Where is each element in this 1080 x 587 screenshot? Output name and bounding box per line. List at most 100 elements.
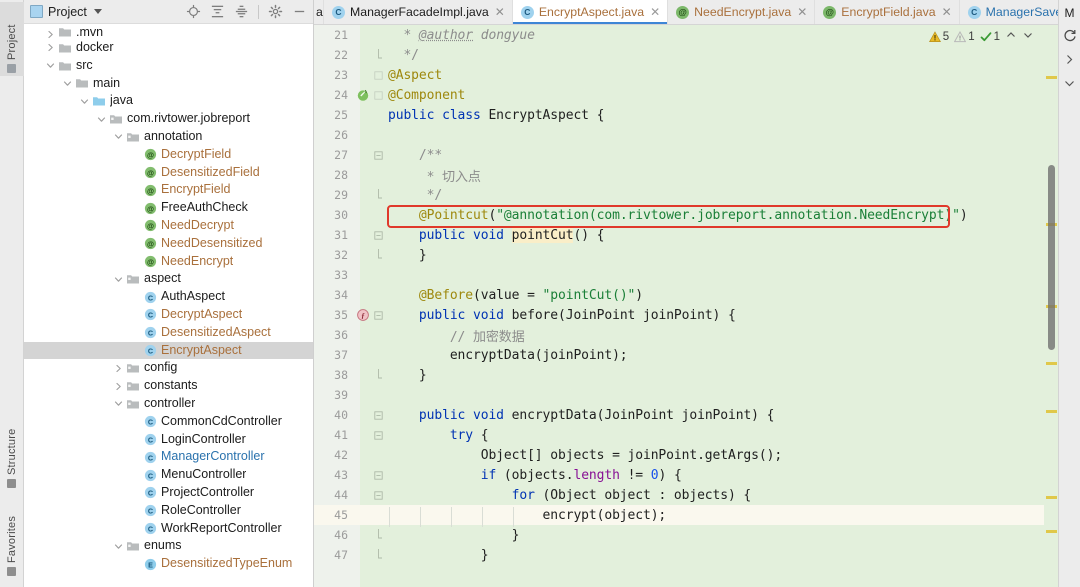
code-line-text[interactable]: encryptData(joinPoint); <box>384 348 628 363</box>
line-number[interactable]: 33 <box>314 268 354 282</box>
line-number[interactable]: 25 <box>314 108 354 122</box>
code-line[interactable]: 34 @Before(value = "pointCut()") <box>314 285 1058 305</box>
line-number[interactable]: 24 <box>314 88 354 102</box>
line-number[interactable]: 30 <box>314 208 354 222</box>
expand-all-icon[interactable] <box>210 4 225 19</box>
code-line-text[interactable]: try { <box>384 428 489 443</box>
tree-node-src[interactable]: src <box>24 57 313 75</box>
code-line[interactable]: 44 for (Object object : objects) { <box>314 485 1058 505</box>
close-icon[interactable]: ✕ <box>495 5 505 19</box>
code-line[interactable]: 47 } <box>314 545 1058 565</box>
editor-tab-needencrypt[interactable]: @ NeedEncrypt.java ✕ <box>668 0 816 24</box>
fold-start-marker[interactable] <box>372 150 384 160</box>
fold-end-marker[interactable] <box>372 529 384 541</box>
tree-node-logincontroller[interactable]: C LoginController <box>24 431 313 449</box>
tool-window-tab-structure[interactable]: Structure <box>0 415 24 491</box>
code-line[interactable]: 23 @Aspect <box>314 65 1058 85</box>
code-line-text[interactable]: /** <box>384 148 442 163</box>
code-line[interactable]: 45 encrypt(object); <box>314 505 1058 525</box>
fold-start-marker[interactable] <box>372 410 384 420</box>
tree-node-menucontroller[interactable]: C MenuController <box>24 466 313 484</box>
code-line[interactable]: 33 <box>314 265 1058 285</box>
tree-node-desensitizedaspect[interactable]: C DesensitizedAspect <box>24 324 313 342</box>
code-line[interactable]: 39 <box>314 385 1058 405</box>
line-number[interactable]: 47 <box>314 548 354 562</box>
fold-start-marker[interactable] <box>372 430 384 440</box>
line-number[interactable]: 31 <box>314 228 354 242</box>
editor-tab-managersavereq[interactable]: CManagerSaveReq.java✕ <box>959 0 1058 24</box>
line-number[interactable]: 29 <box>314 188 354 202</box>
fold-end-marker[interactable] <box>372 549 384 561</box>
collapse-all-icon[interactable] <box>234 4 249 19</box>
tree-node-encryptfield[interactable]: @ EncryptField <box>24 181 313 199</box>
tree-node-java[interactable]: java <box>24 92 313 110</box>
tree-node-docker[interactable]: docker <box>24 39 313 57</box>
code-line[interactable]: 46 } <box>314 525 1058 545</box>
line-number[interactable]: 45 <box>314 508 354 522</box>
chevron-right-icon[interactable] <box>112 382 125 391</box>
close-icon[interactable]: ✕ <box>942 5 952 19</box>
chevron-right-icon[interactable] <box>44 43 57 52</box>
line-number[interactable]: 22 <box>314 48 354 62</box>
code-content[interactable]: 21 * @author dongyue 22 */ 23 @Aspect 24 @Com… <box>314 25 1058 587</box>
fold-end-marker[interactable] <box>372 249 384 261</box>
tree-node-managercontroller[interactable]: C ManagerController <box>24 448 313 466</box>
code-line-text[interactable]: // 加密数据 <box>384 326 525 345</box>
fold-start-marker[interactable] <box>372 230 384 240</box>
tree-node-commoncdcontroller[interactable]: C CommonCdController <box>24 413 313 431</box>
code-line[interactable]: 29 */ <box>314 185 1058 205</box>
code-line-text[interactable]: public void before(JoinPoint joinPoint) … <box>384 308 736 323</box>
code-line[interactable]: 28 * 切入点 <box>314 165 1058 185</box>
code-line-text[interactable]: * @author dongyue <box>384 28 534 43</box>
tree-node-enums[interactable]: enums <box>24 537 313 555</box>
chevron-right-icon[interactable] <box>112 364 125 373</box>
code-line-text[interactable]: @Pointcut("@annotation(com.rivtower.jobr… <box>384 208 968 223</box>
locate-icon[interactable] <box>186 4 201 19</box>
tree-node-aspect[interactable]: aspect <box>24 270 313 288</box>
code-line[interactable]: 22 */ <box>314 45 1058 65</box>
spring-bean-icon[interactable] <box>354 88 372 102</box>
line-number[interactable]: 34 <box>314 288 354 302</box>
code-line[interactable]: 32 } <box>314 245 1058 265</box>
chevron-down-icon[interactable] <box>112 275 125 284</box>
code-line[interactable]: 35 ƒ public void before(JoinPoint joinPoi… <box>314 305 1058 325</box>
chevron-down-icon[interactable] <box>112 132 125 141</box>
tree-node-needdesensitized[interactable]: @ NeedDesensitized <box>24 235 313 253</box>
warning-count-group[interactable]: 5 <box>928 31 949 43</box>
chevron-right-icon[interactable] <box>44 30 57 39</box>
tree-node-projectcontroller[interactable]: C ProjectController <box>24 484 313 502</box>
line-number[interactable]: 41 <box>314 428 354 442</box>
code-line[interactable]: 43 if (objects.length != 0) { <box>314 465 1058 485</box>
fold-end-marker[interactable] <box>372 189 384 201</box>
chevron-up-icon[interactable] <box>1005 29 1017 44</box>
fold-tick-marker[interactable] <box>372 90 384 100</box>
code-line-text[interactable]: public void encryptData(JoinPoint joinPo… <box>384 408 775 423</box>
weak-warning-count-group[interactable]: 1 <box>954 30 975 43</box>
tree-node-rolecontroller[interactable]: C RoleController <box>24 502 313 520</box>
editor-tab-encryptfield[interactable]: @ EncryptField.java ✕ <box>815 0 960 24</box>
aop-advice-icon[interactable]: ƒ <box>354 308 372 322</box>
fold-start-marker[interactable] <box>372 470 384 480</box>
code-line[interactable]: 25 public class EncryptAspect { <box>314 105 1058 125</box>
code-line[interactable]: 31 public void pointCut() { <box>314 225 1058 245</box>
code-line-text[interactable]: for (Object object : objects) { <box>384 488 752 503</box>
line-number[interactable]: 26 <box>314 128 354 142</box>
fold-end-marker[interactable] <box>372 369 384 381</box>
stripe-marker[interactable] <box>1046 530 1057 533</box>
tree-node-workreportcontroller[interactable]: C WorkReportController <box>24 520 313 538</box>
line-number[interactable]: 35 <box>314 308 354 322</box>
line-number[interactable]: 40 <box>314 408 354 422</box>
tree-node--mvn[interactable]: .mvn <box>24 25 313 39</box>
tree-node-needencrypt[interactable]: @ NeedEncrypt <box>24 253 313 271</box>
line-number[interactable]: 43 <box>314 468 354 482</box>
close-icon[interactable]: ✕ <box>797 5 807 19</box>
inspections-widget[interactable]: 5 1 1 <box>928 29 1034 44</box>
refresh-icon[interactable] <box>1063 28 1077 45</box>
code-line[interactable]: 27 /** <box>314 145 1058 165</box>
code-line-text[interactable]: } <box>384 528 520 543</box>
tree-node-decryptaspect[interactable]: C DecryptAspect <box>24 306 313 324</box>
fold-tick-marker[interactable] <box>372 70 384 80</box>
minimize-icon[interactable] <box>292 4 307 19</box>
chevron-down-icon[interactable] <box>93 9 102 14</box>
code-line-text[interactable]: */ <box>384 48 419 63</box>
